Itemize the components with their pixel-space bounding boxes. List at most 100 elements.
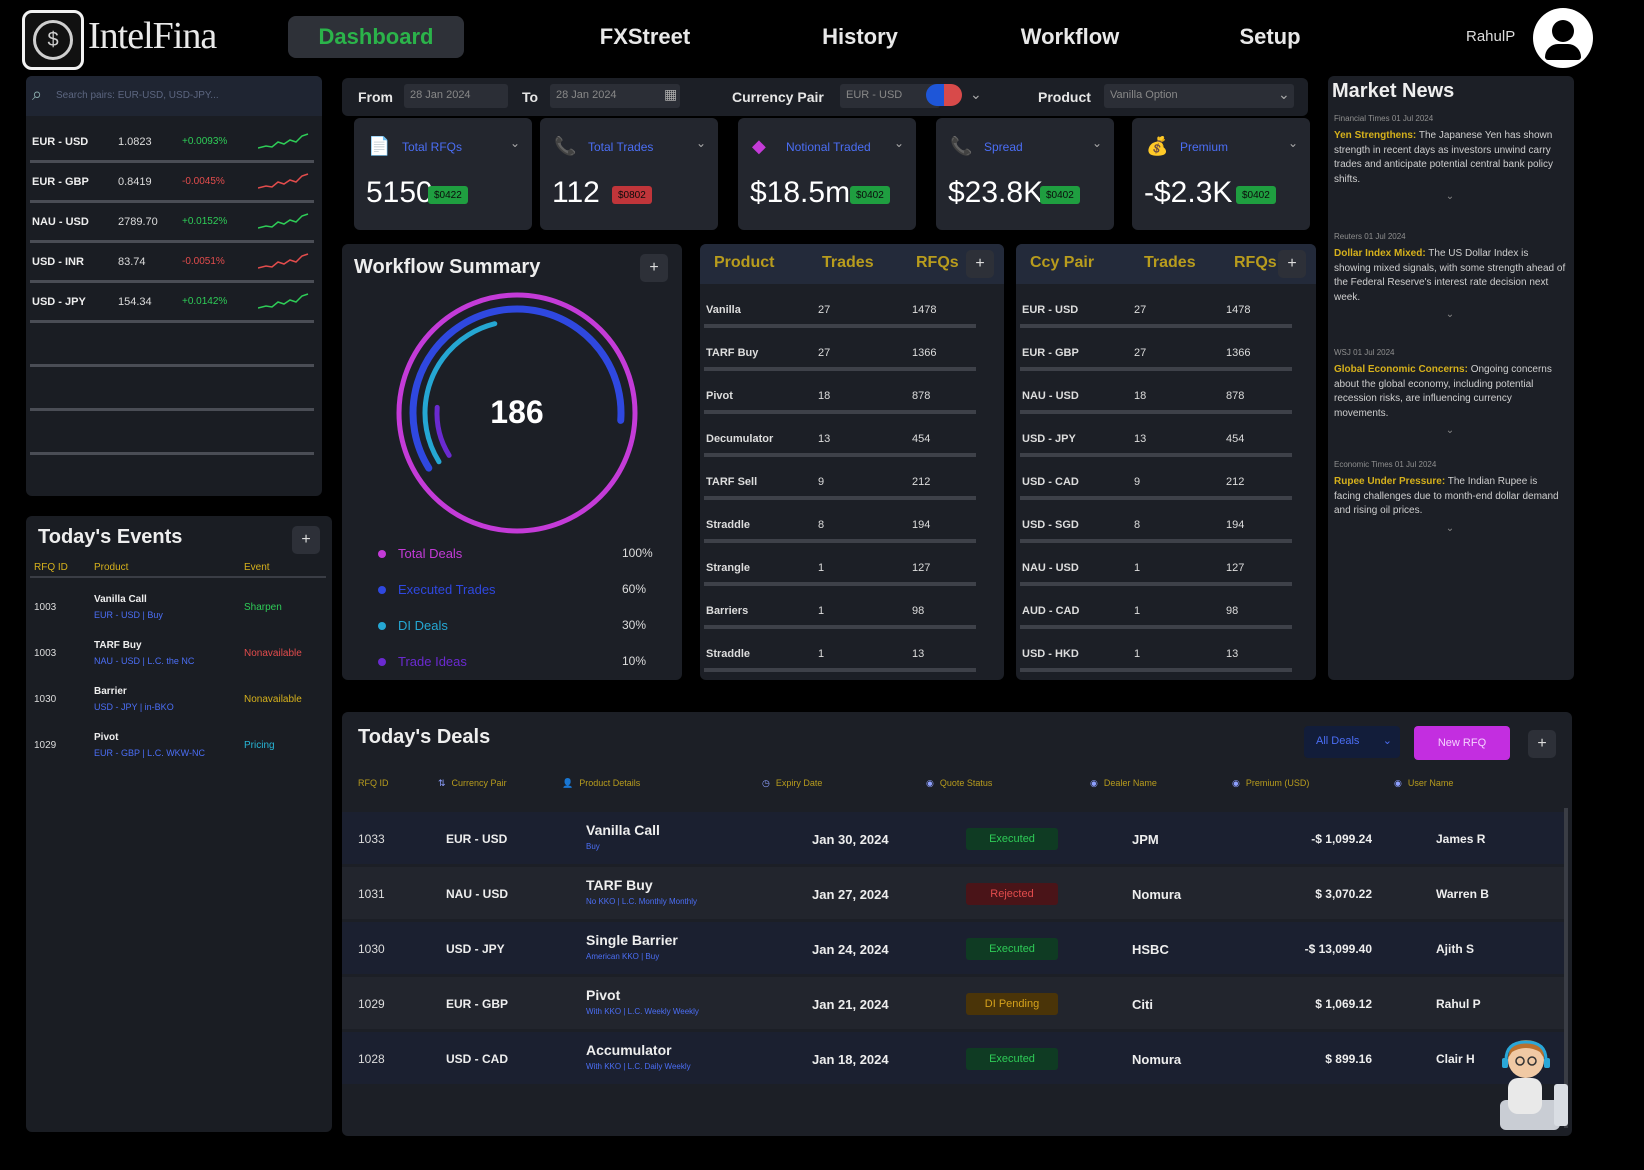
deals-add-button[interactable]: +	[1528, 730, 1556, 758]
watchlist-row[interactable]: EUR - USD 1.0823 +0.0093%	[26, 126, 322, 164]
table-row[interactable]: Pivot 18 878	[700, 382, 1004, 422]
table-row[interactable]: Straddle 8 194	[700, 511, 1004, 551]
table-row[interactable]: Straddle 1 13	[700, 640, 1004, 680]
nav-workflow[interactable]: Workflow	[1005, 16, 1135, 58]
table-row[interactable]: Vanilla 27 1478	[700, 296, 1004, 336]
to-date-input[interactable]: 28 Jan 2024	[550, 84, 680, 108]
chevron-down-icon[interactable]: ⌄	[1334, 425, 1566, 436]
search-input[interactable]: Search pairs: EUR-USD, USD-JPY...	[56, 90, 219, 101]
workflow-add-button[interactable]: +	[640, 254, 668, 282]
chevron-down-icon[interactable]: ⌄	[1278, 86, 1290, 103]
new-rfq-button[interactable]: New RFQ	[1414, 726, 1510, 760]
table-row[interactable]: USD - HKD 1 13	[1016, 640, 1316, 680]
deal-premium: $ 1,069.12	[1315, 997, 1372, 1011]
event-row[interactable]: 1029 Pivot EUR - GBP | L.C. WKW-NC Pricing	[26, 726, 332, 770]
watchlist-row[interactable]: USD - JPY 154.34 +0.0142%	[26, 286, 322, 324]
kpi-card[interactable]: 📞 Total Trades ⌄ 112 $0802	[540, 118, 718, 230]
table-row[interactable]: EUR - USD 27 1478	[1016, 296, 1316, 336]
deals-col-header[interactable]: ◉ Quote Status	[926, 778, 992, 789]
chevron-down-icon[interactable]: ⌄	[894, 136, 904, 150]
event-product: TARF Buy	[94, 640, 142, 651]
deals-col-header[interactable]: ◷ Expiry Date	[762, 778, 822, 789]
from-date-input[interactable]: 28 Jan 2024	[404, 84, 508, 108]
brand-logo[interactable]: $	[22, 10, 84, 70]
events-col-event: Event	[244, 562, 270, 573]
table-row[interactable]: AUD - CAD 1 98	[1016, 597, 1316, 637]
table-row[interactable]: NAU - USD 1 127	[1016, 554, 1316, 594]
deals-col-header[interactable]: ◉ Dealer Name	[1090, 778, 1157, 789]
legend-value: 30%	[622, 618, 647, 632]
news-item[interactable]: Financial Times 01 Jul 2024 Yen Strengthe…	[1334, 114, 1566, 202]
deal-user: Warren B	[1436, 887, 1489, 901]
pair-table-add-button[interactable]: +	[1278, 250, 1306, 278]
deal-premium: -$ 13,099.40	[1304, 942, 1372, 956]
deals-filter-select[interactable]: All Deals ⌄	[1304, 726, 1400, 758]
chevron-down-icon[interactable]: ⌄	[696, 136, 706, 150]
deal-row[interactable]: 1033 EUR - USD Vanilla Call Buy Jan 30, 2024…	[342, 812, 1564, 864]
product-table-add-button[interactable]: +	[966, 250, 994, 278]
nav-fxstreet[interactable]: FXStreet	[580, 16, 710, 58]
deal-row[interactable]: 1028 USD - CAD Accumulator With KKO | L.C. …	[342, 1032, 1564, 1084]
chevron-down-icon[interactable]: ⌄	[1288, 136, 1298, 150]
table-row[interactable]: TARF Sell 9 212	[700, 468, 1004, 508]
product-select[interactable]: Vanilla Option	[1104, 84, 1294, 108]
watchlist-row[interactable]: EUR - GBP 0.8419 -0.0045%	[26, 166, 322, 204]
table-row[interactable]: USD - SGD 8 194	[1016, 511, 1316, 551]
pair-price: 2789.70	[118, 216, 158, 228]
event-row[interactable]: 1003 TARF Buy NAU - USD | L.C. the NC Nonav…	[26, 634, 332, 678]
nav-history[interactable]: History	[800, 16, 920, 58]
user-avatar[interactable]	[1533, 8, 1593, 68]
chevron-down-icon[interactable]: ⌄	[510, 136, 520, 150]
events-add-button[interactable]: +	[292, 526, 320, 554]
watchlist-search[interactable]: ⌕ Search pairs: EUR-USD, USD-JPY...	[26, 76, 322, 116]
legend-dot	[378, 658, 386, 666]
event-detail: EUR - USD | Buy	[94, 610, 163, 620]
deal-row[interactable]: 1031 NAU - USD TARF Buy No KKO | L.C. Month…	[342, 867, 1564, 919]
chevron-down-icon[interactable]: ⌄	[1334, 523, 1566, 534]
nav-dashboard[interactable]: Dashboard	[288, 16, 464, 58]
chevron-down-icon[interactable]: ⌄	[1334, 309, 1566, 320]
sort-icon: ◉	[1232, 778, 1240, 788]
deal-row[interactable]: 1029 EUR - GBP Pivot With KKO | L.C. Weekly…	[342, 977, 1564, 1029]
table-row[interactable]: NAU - USD 18 878	[1016, 382, 1316, 422]
event-row[interactable]: 1003 Vanilla Call EUR - USD | Buy Sharpen	[26, 588, 332, 632]
table-row[interactable]: USD - JPY 13 454	[1016, 425, 1316, 465]
news-meta: WSJ 01 Jul 2024	[1334, 348, 1566, 357]
table-cell: 1366	[1226, 347, 1251, 359]
deal-row[interactable]: 1030 USD - JPY Single Barrier American KKO …	[342, 922, 1564, 974]
chevron-down-icon[interactable]: ⌄	[1092, 136, 1102, 150]
chevron-down-icon[interactable]: ⌄	[1334, 191, 1566, 202]
kpi-card[interactable]: 📄 Total RFQs ⌄ 5150 $0422	[354, 118, 532, 230]
kpi-card[interactable]: 💰 Premium ⌄ -$2.3K $0402	[1132, 118, 1310, 230]
flag-icon	[926, 84, 962, 106]
kpi-card[interactable]: ◆ Notional Traded ⌄ $18.5m $0402	[738, 118, 916, 230]
chevron-down-icon[interactable]: ⌄	[970, 86, 982, 103]
table-cell: AUD - CAD	[1022, 605, 1080, 617]
deals-col-header[interactable]: 👤 Product Details	[562, 778, 640, 789]
table-row[interactable]: Decumulator 13 454	[700, 425, 1004, 465]
table-row[interactable]: TARF Buy 27 1366	[700, 339, 1004, 379]
news-item[interactable]: Economic Times 01 Jul 2024 Rupee Under Pr…	[1334, 460, 1566, 534]
deals-col-header[interactable]: ⇅ Currency Pair	[438, 778, 507, 789]
deal-product-sub: No KKO | L.C. Monthly Monthly	[586, 897, 698, 906]
deals-col-header[interactable]: RFQ ID	[358, 778, 389, 788]
news-item[interactable]: WSJ 01 Jul 2024 Global Economic Concerns:…	[1334, 348, 1566, 436]
table-row[interactable]: USD - CAD 9 212	[1016, 468, 1316, 508]
news-date: 01 Jul 2024	[1391, 114, 1434, 123]
pair-select[interactable]: EUR - USD	[840, 84, 940, 108]
calendar-icon[interactable]: ▦	[664, 86, 677, 103]
kpi-card[interactable]: 📞 Spread ⌄ $23.8K $0402	[936, 118, 1114, 230]
table-row[interactable]: Barriers 1 98	[700, 597, 1004, 637]
table-row[interactable]: Strangle 1 127	[700, 554, 1004, 594]
watchlist-row[interactable]: NAU - USD 2789.70 +0.0152%	[26, 206, 322, 244]
event-row[interactable]: 1030 Barrier USD - JPY | in-BKO Nonavailabl…	[26, 680, 332, 724]
watchlist-row[interactable]: USD - INR 83.74 -0.0051%	[26, 246, 322, 284]
nav-setup[interactable]: Setup	[1222, 16, 1318, 58]
legend-label: DI Deals	[398, 618, 448, 633]
deals-col-header[interactable]: ◉ Premium (USD)	[1232, 778, 1309, 789]
table-row[interactable]: EUR - GBP 27 1366	[1016, 339, 1316, 379]
assistant-avatar[interactable]	[1496, 1034, 1572, 1134]
deals-col-header[interactable]: ◉ User Name	[1394, 778, 1453, 789]
news-item[interactable]: Reuters 01 Jul 2024 Dollar Index Mixed: T…	[1334, 232, 1566, 320]
pair-name: NAU - USD	[32, 216, 89, 228]
